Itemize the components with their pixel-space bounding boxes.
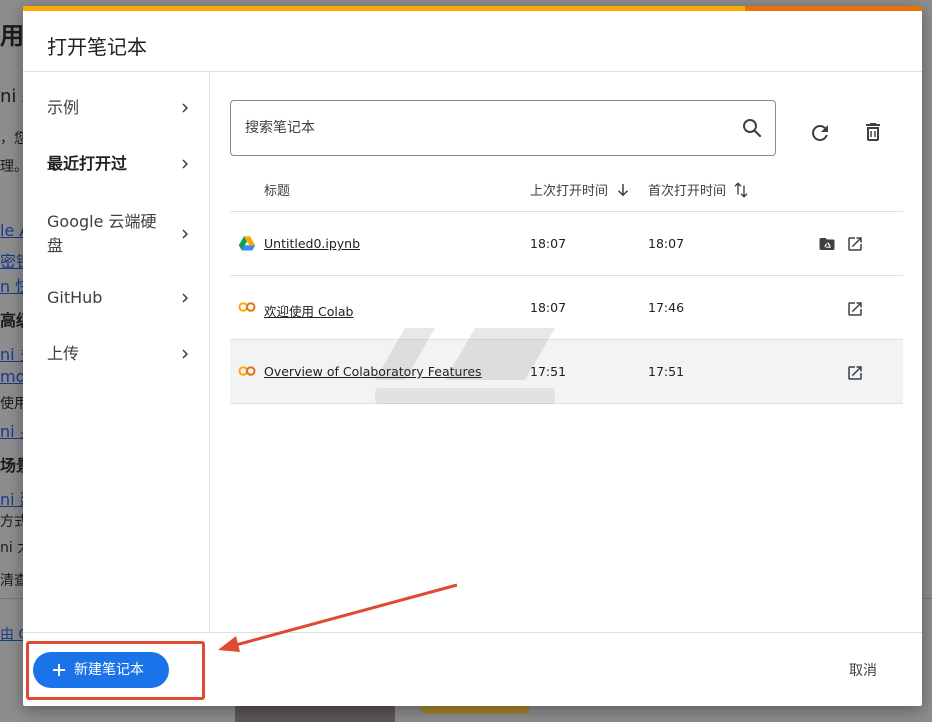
colab-icon	[238, 302, 256, 312]
sort-both-icon[interactable]	[732, 181, 750, 199]
column-header-title[interactable]: 标题	[264, 180, 290, 199]
refresh-icon[interactable]	[808, 121, 832, 145]
table-row[interactable]: Overview of Colaboratory Features 17:51 …	[230, 339, 903, 404]
open-notebook-dialog: 打开笔记本 示例 最近打开过 Google 云端硬盘 GitHub 上传 标题	[23, 6, 922, 706]
chevron-right-icon	[182, 349, 188, 359]
progress-strip	[23, 6, 922, 11]
sidebar-item-examples[interactable]: 示例	[23, 88, 209, 128]
cancel-button[interactable]: 取消	[849, 660, 877, 680]
search-input[interactable]	[245, 117, 715, 139]
footer-divider	[23, 632, 922, 633]
sidebar-item-github[interactable]: GitHub	[23, 272, 209, 312]
sidebar-item-label: GitHub	[47, 288, 103, 307]
delete-icon[interactable]	[861, 120, 885, 144]
column-header-first-opened[interactable]: 首次打开时间	[648, 180, 726, 199]
open-in-new-icon[interactable]	[846, 235, 864, 253]
search-icon[interactable]	[740, 116, 764, 140]
notebook-title-link[interactable]: Untitled0.ipynb	[264, 236, 360, 251]
sidebar-item-label: 上传	[47, 344, 80, 363]
sidebar-item-label: Google 云端硬盘	[47, 212, 157, 255]
colab-icon	[238, 366, 256, 376]
sidebar-item-recent[interactable]: 最近打开过	[23, 144, 209, 184]
first-opened-time: 18:07	[648, 236, 685, 251]
google-drive-icon	[238, 236, 256, 251]
first-opened-time: 17:51	[648, 364, 685, 379]
notebook-title-link[interactable]: 欢迎使用 Colab	[264, 301, 353, 320]
last-opened-time: 18:07	[530, 300, 567, 315]
bg-thumbnail	[235, 704, 395, 722]
first-opened-time: 17:46	[648, 300, 685, 315]
sort-descending-icon[interactable]	[614, 181, 632, 199]
chevron-right-icon	[182, 159, 188, 169]
search-box	[230, 100, 776, 156]
dialog-title: 打开笔记本	[47, 35, 147, 59]
annotation-highlight-box	[26, 641, 205, 700]
table-row[interactable]: 欢迎使用 Colab 18:07 17:46	[230, 275, 903, 339]
last-opened-time: 18:07	[530, 236, 567, 251]
sidebar-item-upload[interactable]: 上传	[23, 328, 209, 368]
open-in-new-icon[interactable]	[846, 364, 864, 382]
sidebar-item-label: 最近打开过	[47, 154, 128, 173]
last-opened-time: 17:51	[530, 364, 567, 379]
open-in-new-icon[interactable]	[846, 300, 864, 318]
drive-folder-icon[interactable]	[818, 235, 836, 253]
progress-strip-end	[745, 6, 922, 11]
column-header-last-opened[interactable]: 上次打开时间	[530, 180, 608, 199]
source-sidebar: 示例 最近打开过 Google 云端硬盘 GitHub 上传	[23, 72, 210, 632]
chevron-right-icon	[182, 103, 188, 113]
sidebar-item-label: 示例	[47, 98, 80, 117]
chevron-right-icon	[182, 293, 188, 303]
notebook-title-link[interactable]: Overview of Colaboratory Features	[264, 364, 482, 379]
table-row[interactable]: Untitled0.ipynb 18:07 18:07	[230, 211, 903, 275]
sidebar-item-google-drive[interactable]: Google 云端硬盘	[23, 200, 209, 256]
chevron-right-icon	[182, 229, 188, 239]
